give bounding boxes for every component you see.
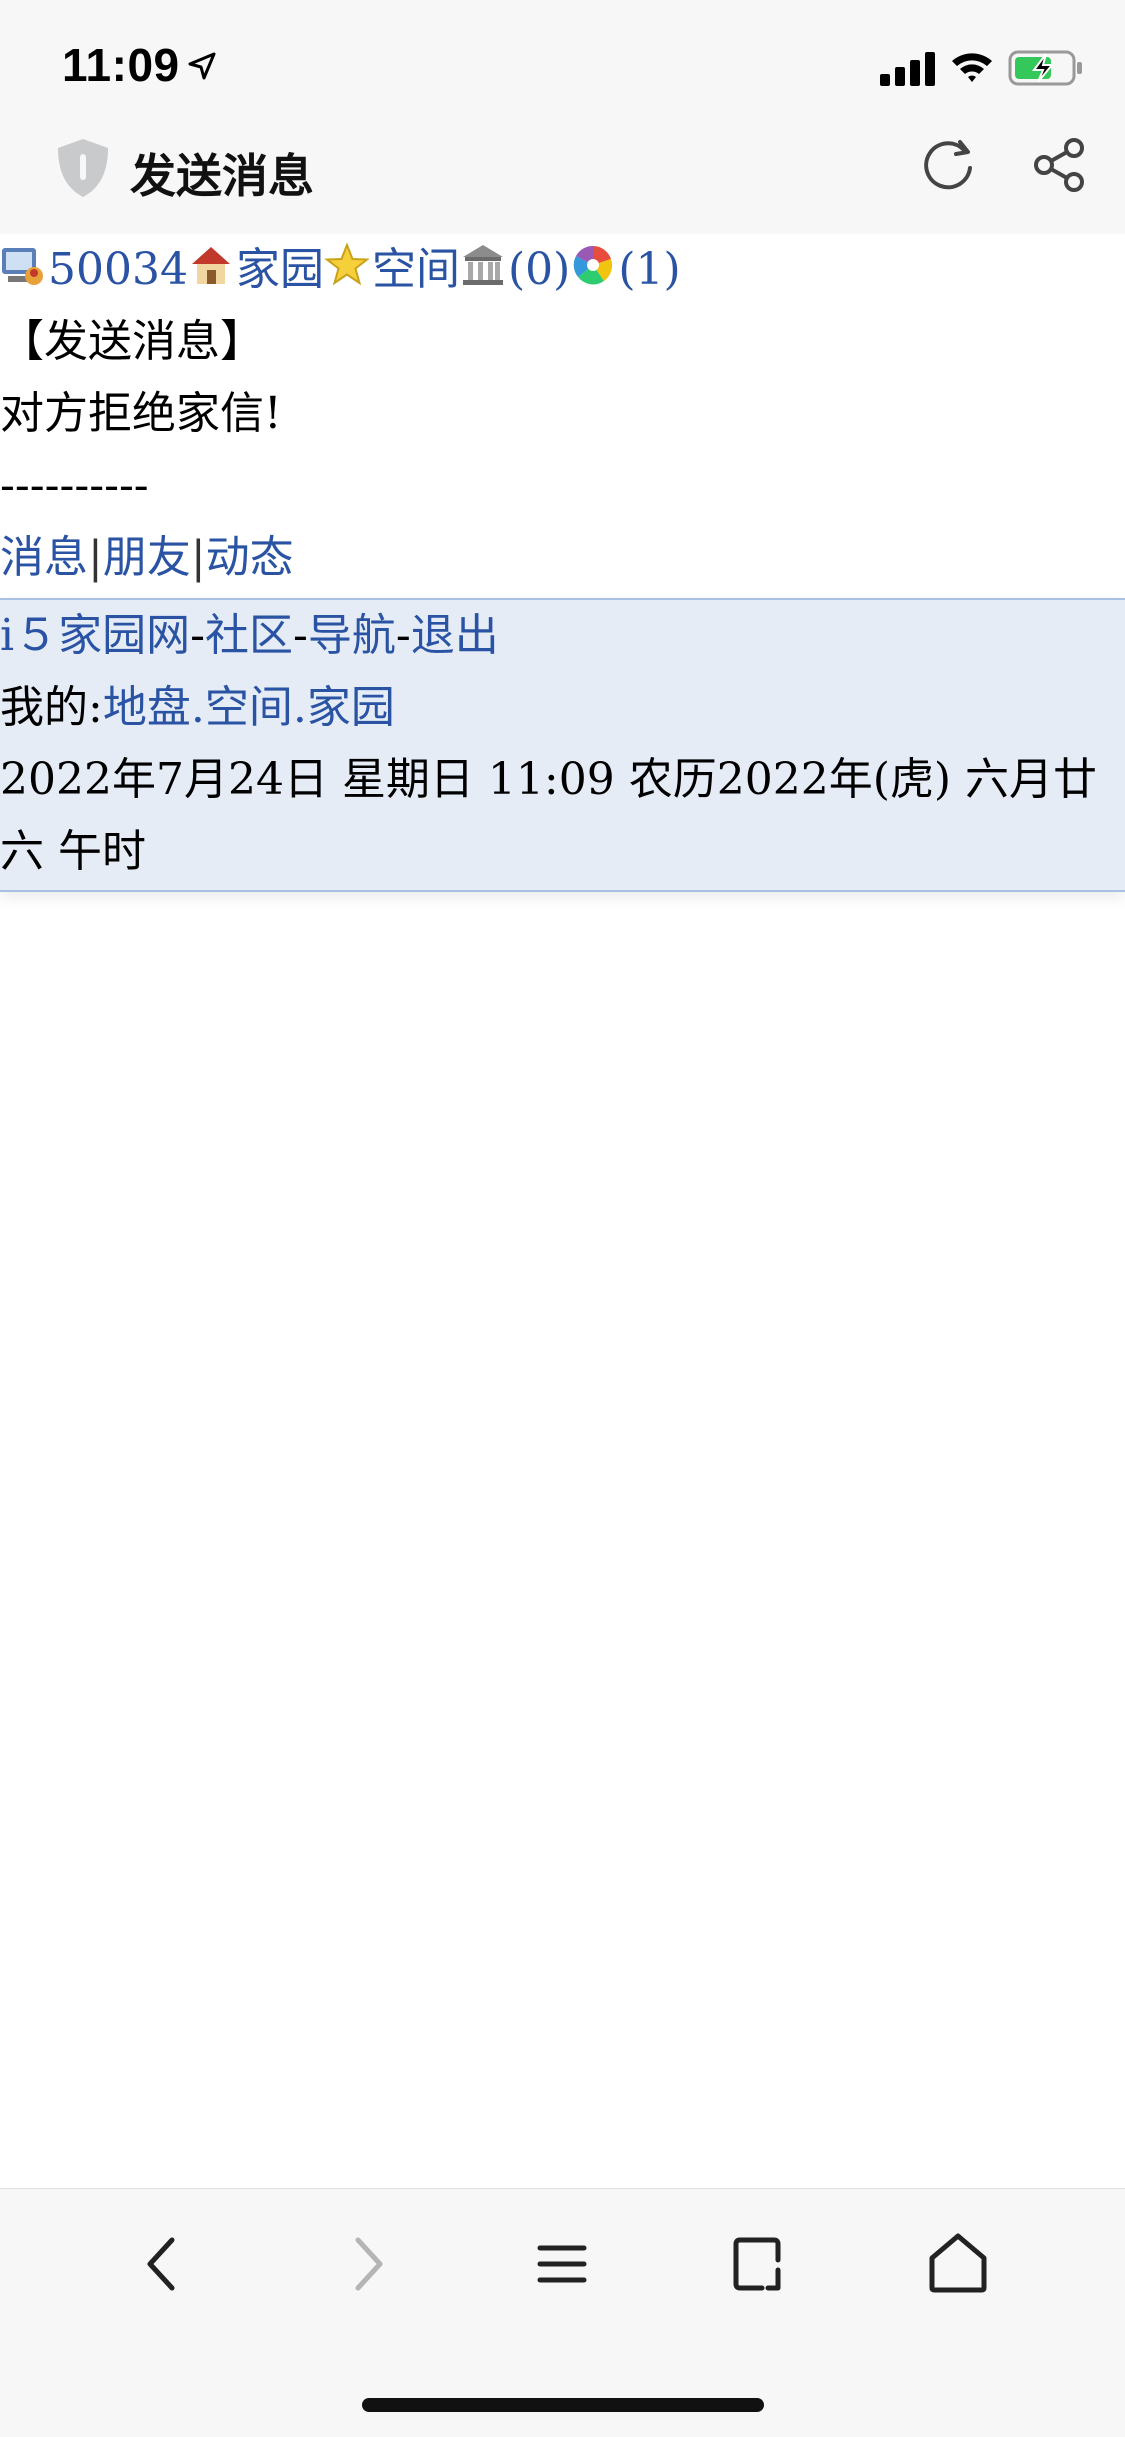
footer-panel: i５家园网-社区-导航-退出 我的:地盘.空间.家园 2022年7月24日 星期… — [0, 598, 1125, 892]
top-nav: 50034 家园 空间 (0) (1) — [0, 234, 1125, 306]
site-link[interactable]: i５家园网 — [0, 610, 190, 661]
shield-icon[interactable] — [54, 136, 112, 200]
separator: | — [190, 532, 206, 583]
share-icon[interactable] — [1030, 136, 1088, 194]
page-content: 50034 家园 空间 (0) (1) 【发送消息】 对方拒绝家信! -----… — [0, 234, 1125, 594]
message-text: 对方拒绝家信! — [0, 388, 282, 439]
status-bar: 11:09 — [0, 0, 1125, 134]
tabs-icon[interactable] — [724, 2228, 796, 2300]
star-icon — [324, 242, 370, 286]
dash: - — [190, 610, 205, 661]
footer-nav: i５家园网-社区-导航-退出 — [0, 600, 1125, 672]
my-home-link[interactable]: 家园 — [307, 682, 395, 733]
photo-aperture-icon — [574, 245, 613, 285]
bank-count-link[interactable]: (0) — [508, 244, 570, 295]
territory-link[interactable]: 地盘 — [103, 682, 191, 733]
quick-links: 消息|朋友|动态 — [0, 522, 1125, 594]
community-link[interactable]: 社区 — [205, 610, 293, 661]
home-icon[interactable] — [922, 2228, 994, 2300]
feed-link[interactable]: 动态 — [206, 532, 294, 583]
photo-count-link[interactable]: (1) — [618, 244, 680, 295]
reload-icon[interactable] — [920, 136, 978, 194]
dot: . — [190, 682, 205, 733]
my-space-link[interactable]: 空间 — [205, 682, 293, 733]
user-id-link[interactable]: 50034 — [48, 244, 188, 295]
logout-link[interactable]: 退出 — [411, 610, 499, 661]
forward-icon[interactable] — [330, 2228, 402, 2300]
status-time: 11:09 — [62, 39, 180, 91]
back-icon[interactable] — [128, 2228, 200, 2300]
mine-row: 我的:地盘.空间.家园 — [0, 672, 1125, 744]
location-arrow-icon — [188, 52, 216, 80]
navigation-link[interactable]: 导航 — [308, 610, 396, 661]
dash: - — [395, 610, 411, 661]
dash: - — [292, 610, 308, 661]
home-indicator[interactable] — [362, 2398, 764, 2412]
cellular-signal-icon — [880, 52, 935, 86]
page-title: 发送消息 — [130, 149, 314, 203]
datetime-text: 2022年7月24日 星期日 11:09 农历2022年(虎) 六月廿六 午时 — [0, 754, 1098, 877]
user-computer-icon — [2, 248, 43, 285]
space-link[interactable]: 空间 — [372, 244, 460, 295]
friends-link[interactable]: 朋友 — [103, 532, 191, 583]
separator: | — [88, 532, 103, 583]
mine-label: 我的: — [0, 682, 103, 733]
house-icon — [191, 247, 230, 284]
wifi-icon — [952, 53, 992, 82]
bank-icon — [462, 245, 503, 285]
messages-link[interactable]: 消息 — [0, 532, 88, 583]
divider-text: ---------- — [0, 460, 149, 511]
battery-charging-icon — [1008, 50, 1082, 86]
message-header: 【发送消息】 — [0, 316, 264, 367]
home-link[interactable]: 家园 — [236, 244, 324, 295]
dot: . — [292, 682, 307, 733]
menu-icon[interactable] — [526, 2228, 598, 2300]
